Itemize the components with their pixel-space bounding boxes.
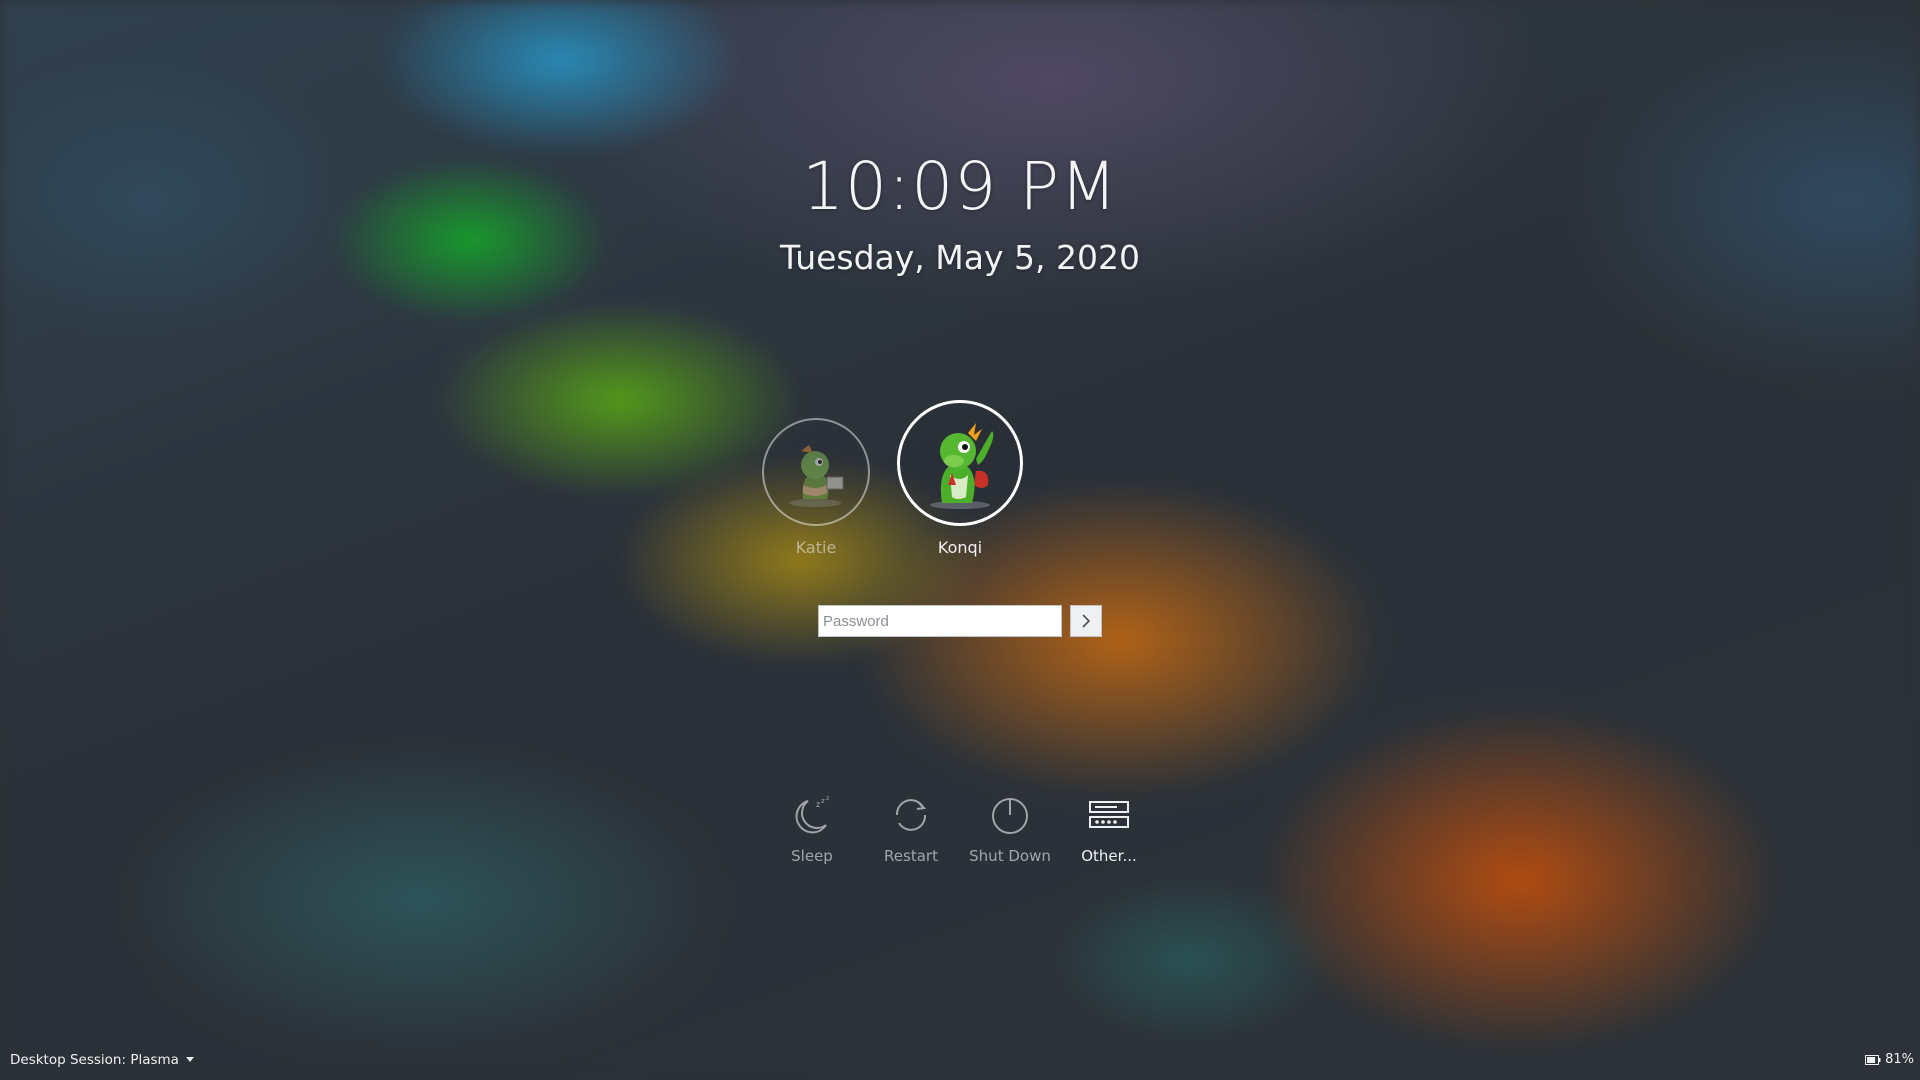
sleep-button[interactable]: z z z Sleep [762,793,862,865]
battery-percent: 81% [1885,1052,1914,1067]
session-selector[interactable]: Desktop Session: Plasma [10,1052,195,1068]
shutdown-button[interactable]: Shut Down [960,793,1060,865]
shutdown-label: Shut Down [969,847,1051,865]
user-avatar-konqi[interactable] [897,400,1023,526]
svg-text:z: z [826,795,829,802]
clock-date: Tuesday, May 5, 2020 [780,238,1140,277]
user-name-konqi: Konqi [937,538,983,557]
user-konqi[interactable]: Konqi [897,400,1023,557]
svg-text:z: z [821,797,825,805]
chevron-down-icon [185,1057,194,1062]
other-button[interactable]: Other... [1059,793,1159,865]
sleep-label: Sleep [791,847,833,865]
user-avatar-katie[interactable] [762,418,870,526]
chevron-right-icon [1082,614,1091,628]
restart-icon [895,799,927,831]
sleep-icon: z z z [795,795,829,834]
user-name-katie: Katie [795,538,837,557]
battery-icon [1865,1054,1881,1065]
login-button[interactable] [1070,605,1102,637]
password-row [818,605,1102,637]
svg-text:z: z [816,800,820,809]
user-katie[interactable]: Katie [762,418,870,557]
restart-label: Restart [884,847,938,865]
clock-time: 10:09 PM [802,148,1118,225]
katie-konqi-avatar-icon [789,445,844,507]
konqi-dragon-avatar-icon [930,423,994,509]
login-screen: 10:09 PM Tuesday, May 5, 2020 Katie Konq… [0,0,1920,1080]
battery-indicator: 81% [1865,1052,1914,1067]
session-label: Desktop Session: Plasma [10,1052,179,1068]
shutdown-icon [992,798,1028,834]
password-input[interactable] [818,605,1062,637]
other-icon [1089,801,1129,828]
other-label: Other... [1081,847,1137,865]
restart-button[interactable]: Restart [861,793,961,865]
